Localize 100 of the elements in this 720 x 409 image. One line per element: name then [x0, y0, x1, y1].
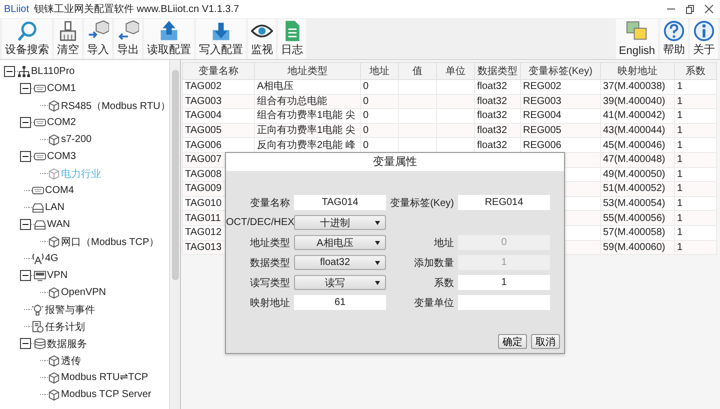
cube-icon	[48, 168, 60, 180]
column-header[interactable]: 系数	[674, 62, 716, 80]
table-cell: 1	[674, 123, 716, 138]
translate-icon	[626, 20, 648, 42]
collapse-icon[interactable]	[4, 66, 15, 77]
collapse-icon[interactable]	[20, 117, 31, 128]
column-header[interactable]: 变量标签(Key)	[520, 62, 600, 80]
app-brand: BLiiot	[4, 4, 30, 14]
table-cell: 1	[674, 80, 716, 94]
table-cell: 1	[674, 182, 716, 196]
dropdown[interactable]: A相电压	[294, 235, 386, 250]
bulb-icon	[32, 304, 44, 316]
column-header[interactable]: 值	[398, 62, 436, 80]
tree-item[interactable]: BL110Pro	[18, 66, 75, 78]
upload-icon	[158, 20, 180, 42]
caret-icon	[375, 240, 380, 244]
dropdown[interactable]: 读写	[294, 275, 386, 290]
tree-item[interactable]: WAN	[34, 218, 70, 230]
tree-item[interactable]: Modbus TCP Server	[48, 388, 152, 400]
table-cell: TAG003	[182, 94, 254, 109]
table-cell: TAG004	[182, 108, 254, 124]
window-title: 钡铼工业网关配置软件 www.BLiiot.cn V1.1.3.7	[34, 2, 240, 16]
toolbar-button[interactable]: 导出	[114, 19, 142, 59]
dropdown[interactable]: 十进制	[294, 215, 386, 230]
table-cell: TAG002	[182, 80, 254, 94]
table-cell: 57(M.400058)	[600, 225, 674, 240]
input-field[interactable]: 61	[294, 295, 386, 310]
dialog-button[interactable]: 确定	[498, 334, 527, 349]
collapse-icon[interactable]	[20, 338, 31, 349]
caret-icon	[375, 260, 380, 264]
table-cell: REG003	[520, 94, 600, 109]
input-field[interactable]: 1	[458, 275, 550, 290]
router-icon	[34, 218, 46, 230]
toolbar-button[interactable]: 设备搜索	[2, 19, 52, 59]
tree-item[interactable]: s7-200	[48, 134, 92, 146]
input-field[interactable]: TAG014	[294, 195, 386, 210]
port-icon	[32, 184, 44, 196]
tree-item[interactable]: 网口（Modbus TCP）	[48, 234, 160, 248]
toolbar-button[interactable]: 写入配置	[196, 19, 246, 59]
document-icon	[32, 320, 44, 332]
column-header[interactable]: 地址	[360, 62, 398, 80]
collapse-icon[interactable]	[20, 151, 31, 162]
column-header[interactable]: 映射地址	[600, 62, 674, 80]
tree-item[interactable]: OpenVPN	[48, 286, 106, 298]
toolbar-button[interactable]: 关于	[690, 19, 718, 59]
database-icon	[34, 338, 46, 350]
table-cell: 1	[674, 152, 716, 168]
collapse-icon[interactable]	[20, 219, 31, 230]
tree-item[interactable]: COM1	[34, 82, 76, 94]
toolbar-button[interactable]: 日志	[278, 19, 306, 59]
table-cell: REG004	[520, 108, 600, 124]
table-cell: TAG005	[182, 123, 254, 138]
toolbar-button[interactable]: 清空	[54, 19, 82, 59]
table-cell: 59(M.400060)	[600, 240, 674, 255]
router-icon	[32, 202, 44, 214]
restore-icon[interactable]	[685, 4, 695, 14]
column-header[interactable]: 单位	[436, 62, 474, 80]
close-icon[interactable]	[704, 4, 714, 14]
dropdown[interactable]: float32	[294, 255, 386, 270]
monitor-icon	[34, 270, 46, 282]
column-header[interactable]: 变量名称	[182, 62, 254, 80]
input-field[interactable]	[458, 295, 550, 310]
toolbar-button[interactable]: 监视	[248, 19, 276, 59]
tree-item[interactable]: COM3	[34, 150, 76, 162]
table-cell: 1	[674, 225, 716, 240]
table-cell: 1	[674, 240, 716, 255]
cube-icon	[48, 134, 60, 146]
dialog-button[interactable]: 取消	[531, 334, 560, 349]
tree-item[interactable]: 报警与事件	[32, 302, 95, 316]
tree-item[interactable]: 数据服务	[34, 336, 87, 350]
cube-icon	[48, 372, 60, 384]
tree-item[interactable]: Modbus RTU⇌TCP	[48, 372, 148, 384]
tree-item[interactable]: 透传	[48, 354, 81, 368]
toolbar-button[interactable]: 读取配置	[144, 19, 194, 59]
column-header[interactable]: 地址类型	[254, 62, 360, 80]
table-cell: 37(M.400038)	[600, 80, 674, 94]
tree-item[interactable]: RS485（Modbus RTU）	[48, 98, 169, 112]
table-cell: float32	[474, 123, 520, 138]
tree-item[interactable]: COM4	[32, 184, 74, 196]
tree-item[interactable]: 任务计划	[32, 320, 85, 334]
tree-item[interactable]: VPN	[34, 270, 68, 282]
toolbar-button[interactable]: 帮助	[660, 19, 688, 59]
toolbar-button[interactable]: English	[616, 19, 658, 59]
input-field[interactable]: REG014	[458, 195, 550, 210]
scrollbar[interactable]	[169, 60, 180, 409]
table-cell: 43(M.400044)	[600, 123, 674, 138]
collapse-icon[interactable]	[20, 83, 31, 94]
dialog-title: 变量属性	[226, 153, 564, 171]
table-cell: REG002	[520, 80, 600, 94]
table-cell: 组合有功费率1电能 尖	[254, 108, 360, 124]
tree-item[interactable]: 4G	[32, 252, 58, 264]
table-cell: 1	[674, 94, 716, 109]
collapse-icon[interactable]	[20, 270, 31, 281]
toolbar-button[interactable]: 导入	[84, 19, 112, 59]
tree-item[interactable]: COM2	[34, 116, 76, 128]
search-icon	[16, 20, 38, 42]
cube-icon	[48, 388, 60, 400]
table-cell: 39(M.400040)	[600, 94, 674, 109]
tree-item[interactable]: LAN	[32, 202, 64, 214]
column-header[interactable]: 数据类型	[474, 62, 520, 80]
